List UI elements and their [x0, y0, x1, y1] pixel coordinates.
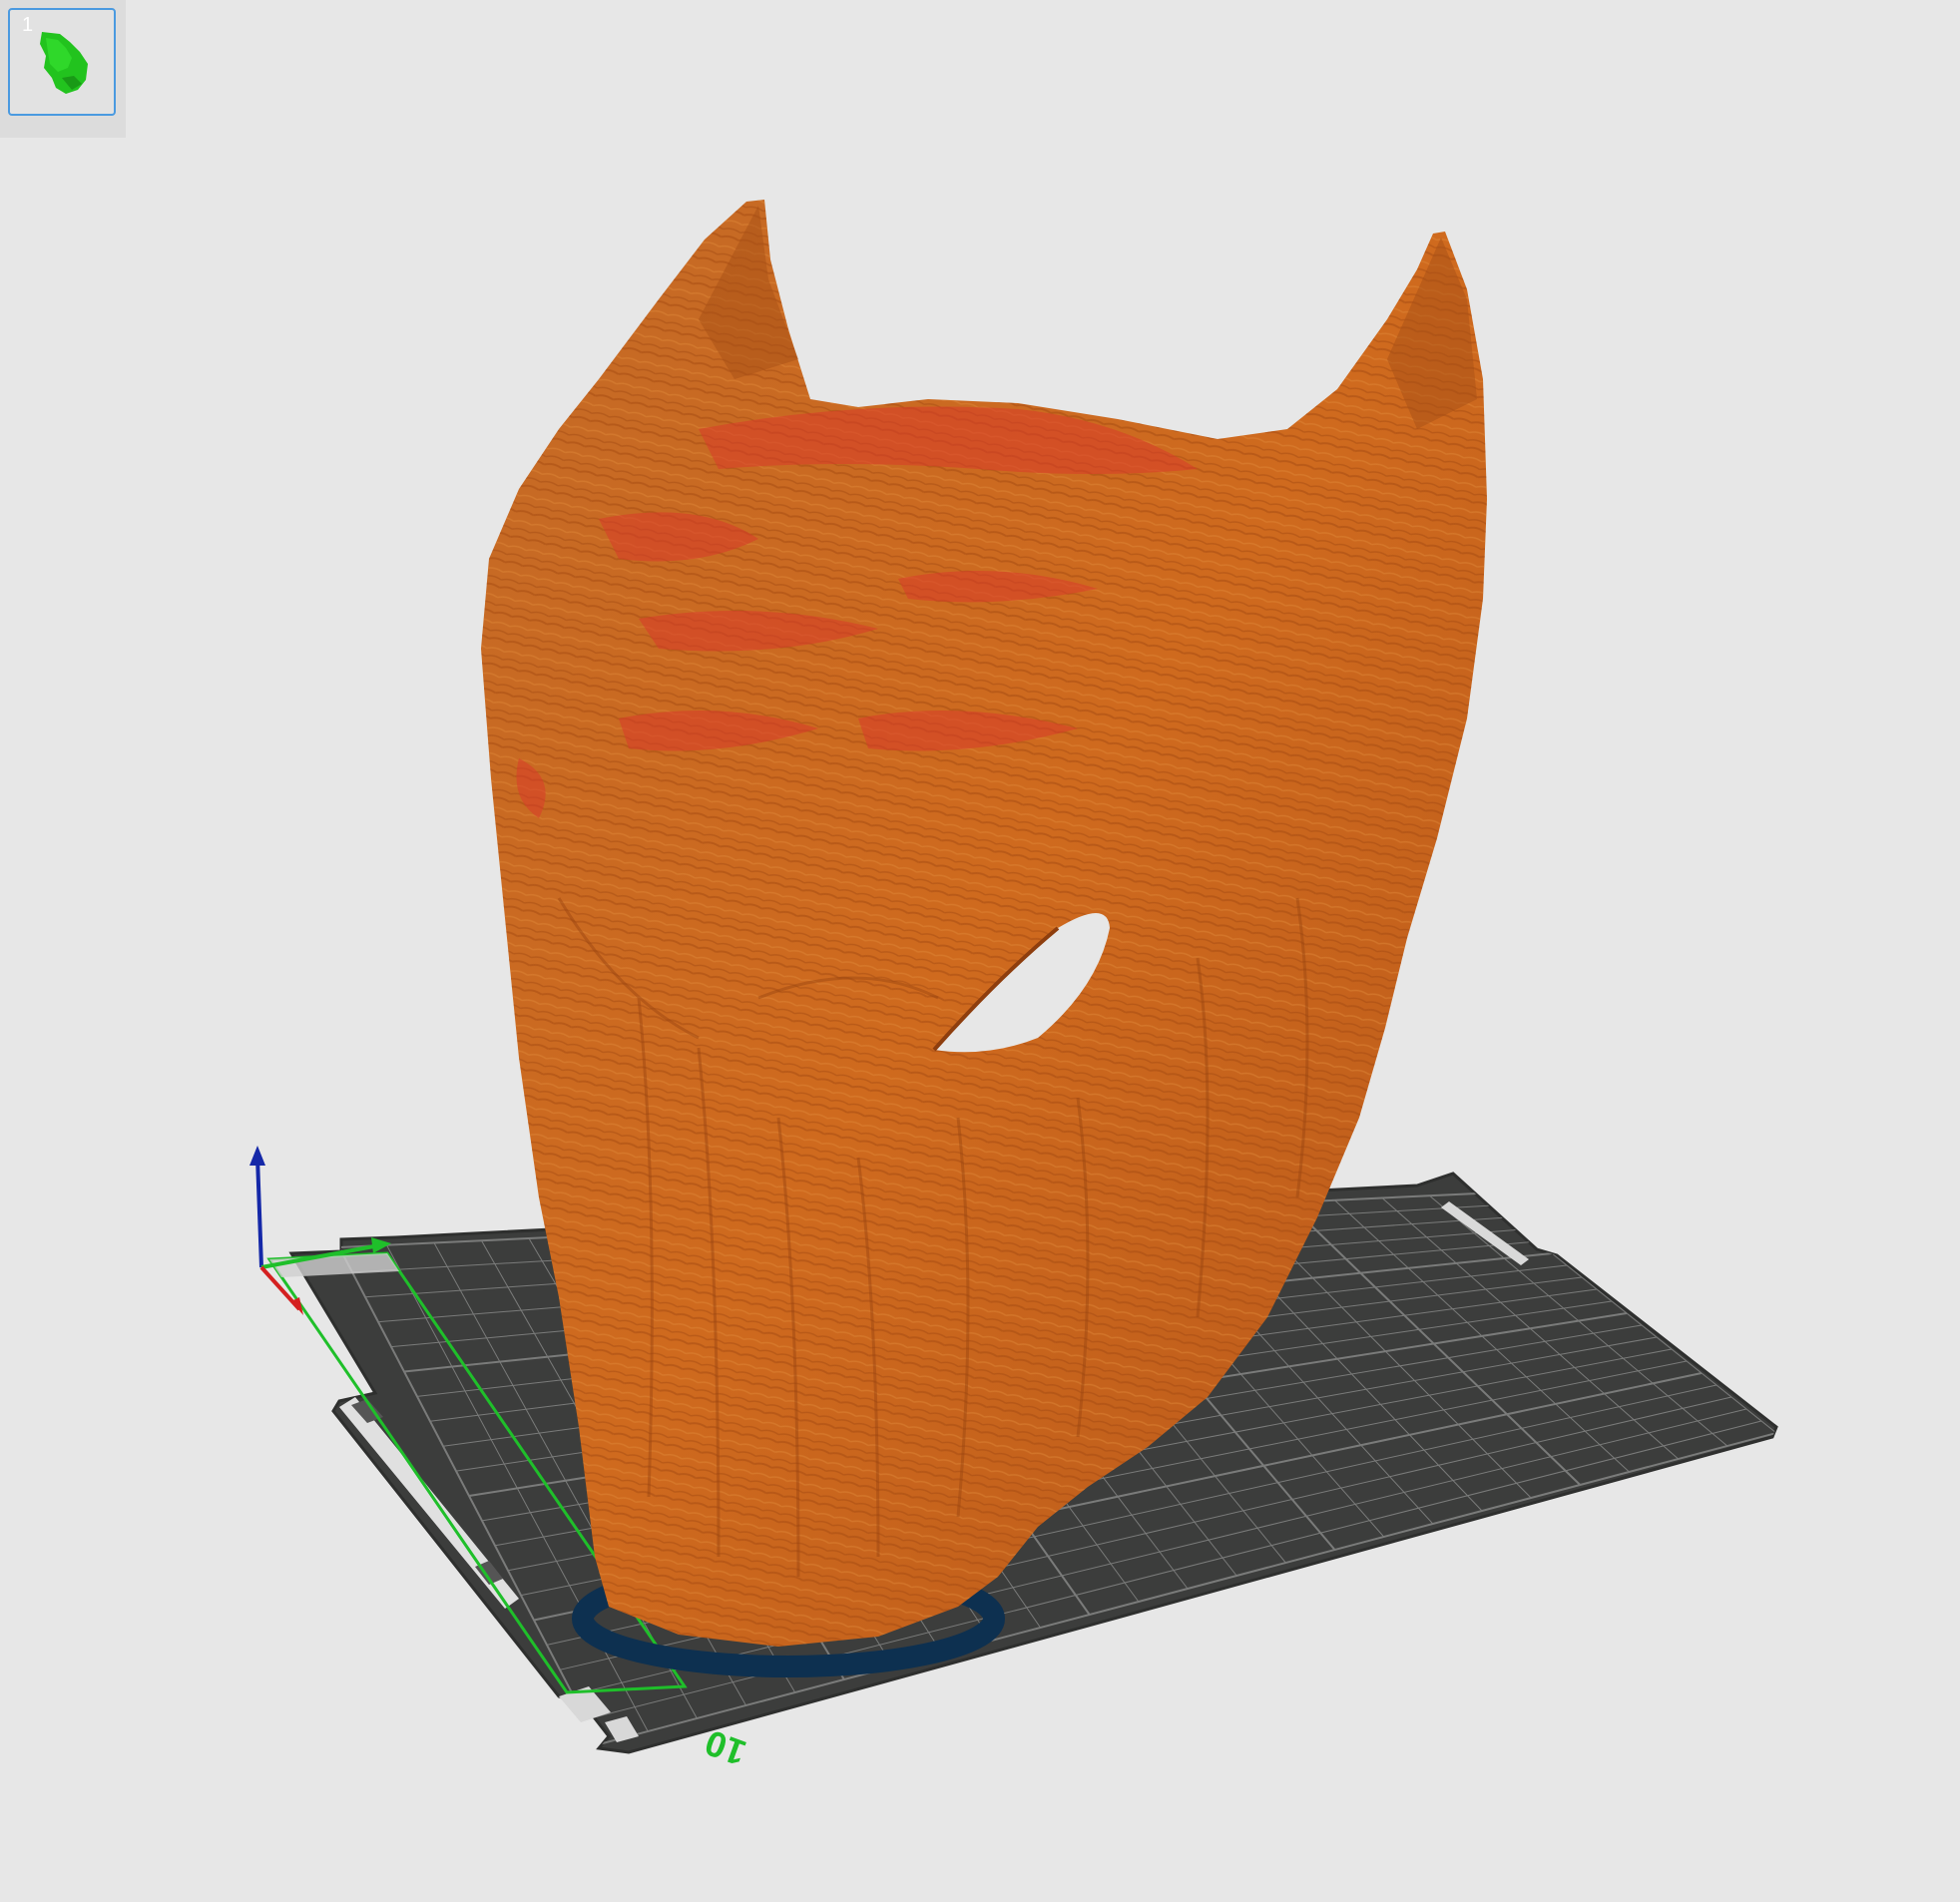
3d-viewport[interactable]: 10 — [0, 0, 1960, 1902]
z-axis — [255, 1157, 263, 1268]
z-axis-arrow-icon — [249, 1146, 265, 1166]
